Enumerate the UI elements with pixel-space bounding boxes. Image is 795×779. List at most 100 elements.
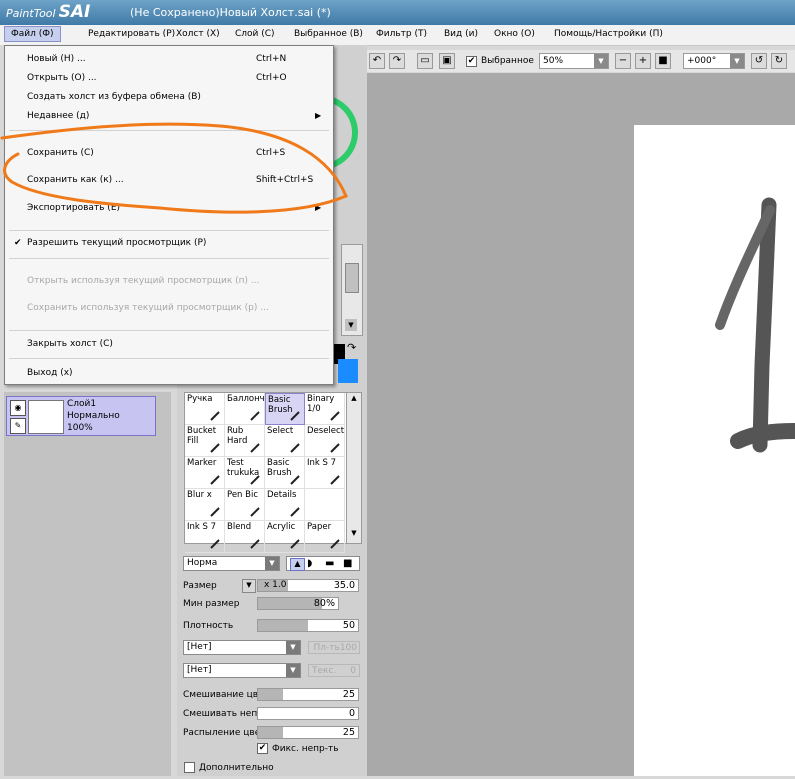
dilution-slider[interactable]: 0: [257, 707, 359, 720]
invert-selection-icon[interactable]: ▣: [439, 53, 455, 69]
drawn-stroke: [715, 197, 795, 453]
tool-slot[interactable]: Select: [265, 425, 305, 457]
rotate-left-icon[interactable]: ↺: [751, 53, 767, 69]
density-label: Плотность: [183, 621, 234, 631]
size-slider[interactable]: x 1.0 35.0: [257, 579, 359, 592]
tool-slot[interactable]: Basic Brush: [265, 393, 305, 425]
tool-slot[interactable]: Deselect: [305, 425, 345, 457]
shape-sharp-icon[interactable]: ▲: [290, 558, 305, 571]
scroll-down-icon[interactable]: ▼: [345, 319, 357, 331]
menu-separator: [9, 358, 329, 359]
selection-checkbox[interactable]: ✔: [466, 56, 477, 67]
brush-icon: [249, 537, 261, 549]
menu-selection[interactable]: Выбранное (В): [294, 29, 363, 39]
rotation-select[interactable]: +000° ▼: [683, 53, 745, 69]
texture-select-1[interactable]: [Нет] ▼: [183, 640, 301, 655]
tool-slot[interactable]: Bucket Fill: [185, 425, 225, 457]
scroll-up-icon[interactable]: ▲: [348, 394, 360, 406]
menu-item-new[interactable]: Новый (Н) ...: [27, 54, 86, 64]
tool-slot[interactable]: [305, 489, 345, 521]
brush-icon: [249, 505, 261, 517]
brush-mode-select[interactable]: Норма ▼: [183, 556, 280, 571]
menu-filter[interactable]: Фильтр (Т): [376, 29, 427, 39]
blending-slider[interactable]: 25: [257, 688, 359, 701]
tool-label: Ручка: [187, 394, 213, 404]
size-label: Размер: [183, 581, 217, 591]
persistence-slider[interactable]: 25: [257, 726, 359, 739]
layer-row[interactable]: ◉ ✎ Слой1 Нормально 100%: [6, 396, 156, 436]
canvas-paper[interactable]: [634, 125, 795, 776]
tool-slot[interactable]: Баллончик: [225, 393, 265, 425]
menu-item-enable-viewer[interactable]: Разрешить текущий просмотрщик (Р): [27, 238, 206, 248]
tool-slot[interactable]: Ink S 7: [305, 457, 345, 489]
shape-flat-icon[interactable]: ▬: [325, 558, 334, 570]
menu-item-close-canvas[interactable]: Закрыть холст (С): [27, 339, 113, 349]
menu-item-open[interactable]: Открыть (О) ...: [27, 73, 97, 83]
tools-scrollbar[interactable]: ▲ ▼: [346, 392, 362, 544]
secondary-color-swatch[interactable]: [338, 359, 358, 383]
tool-slot[interactable]: Marker: [185, 457, 225, 489]
texture-strength-2: Текс. 0: [308, 664, 360, 677]
menu-edit[interactable]: Редактировать (Р): [88, 29, 175, 39]
tool-slot[interactable]: Blend: [225, 521, 265, 553]
menu-window[interactable]: Окно (О): [494, 29, 535, 39]
tool-slot[interactable]: Blur x: [185, 489, 225, 521]
brush-shape-picker[interactable]: ▲ ◗ ▬ ■: [286, 556, 360, 571]
redo-icon[interactable]: ↷: [389, 53, 405, 69]
tool-slot[interactable]: Ink S 7: [185, 521, 225, 553]
menu-item-exit[interactable]: Выход (х): [27, 368, 73, 378]
shape-square-icon[interactable]: ■: [343, 558, 352, 570]
brush-icon: [209, 537, 221, 549]
min-size-label: Мин размер: [183, 599, 240, 609]
tool-slot[interactable]: Pen Bic: [225, 489, 265, 521]
brush-icon: [209, 473, 221, 485]
tool-slot[interactable]: Acrylic: [265, 521, 305, 553]
tool-slot[interactable]: Details: [265, 489, 305, 521]
menu-help[interactable]: Помощь/Настройки (П): [554, 29, 663, 39]
menu-bar: Файл (Ф) Редактировать (Р) Холст (Х) Сло…: [0, 25, 795, 46]
menu-separator: [9, 230, 329, 231]
brush-icon: [329, 537, 341, 549]
shape-soft-icon[interactable]: ◗: [307, 558, 312, 570]
menu-file[interactable]: Файл (Ф): [4, 26, 61, 42]
menu-separator: [9, 330, 329, 331]
tool-slot[interactable]: Test trukuka: [225, 457, 265, 489]
rotate-right-icon[interactable]: ↻: [771, 53, 787, 69]
scroll-down-icon[interactable]: ▼: [348, 529, 360, 541]
tool-slot[interactable]: Basic Brush: [265, 457, 305, 489]
menu-layer[interactable]: Слой (С): [235, 29, 275, 39]
keep-opacity-checkbox[interactable]: ✔: [257, 743, 268, 754]
canvas-toolbar: ↶ ↷ ▭ ▣ ✔ Выбранное 50% ▼ − + ■ +000° ▼ ↺ …: [367, 50, 795, 72]
brush-lock-icon[interactable]: ✎: [10, 418, 26, 434]
menu-canvas[interactable]: Холст (Х): [176, 29, 220, 39]
texture-select-2[interactable]: [Нет] ▼: [183, 663, 301, 678]
dilution-label: Смешивать непр: [183, 709, 263, 719]
zoom-in-icon[interactable]: +: [635, 53, 651, 69]
tool-slot[interactable]: Binary 1/0: [305, 393, 345, 425]
min-size-slider[interactable]: 80%: [257, 597, 339, 610]
zoom-out-icon[interactable]: −: [615, 53, 631, 69]
brush-icon: [289, 441, 301, 453]
density-slider[interactable]: 50: [257, 619, 359, 632]
tool-label: Rub Hard: [227, 426, 248, 446]
tool-label: Blend: [227, 522, 252, 532]
tool-slot[interactable]: Rub Hard: [225, 425, 265, 457]
tool-slot[interactable]: Paper: [305, 521, 345, 553]
advanced-label: Дополнительно: [199, 763, 274, 773]
eye-icon[interactable]: ◉: [10, 400, 26, 416]
undo-icon[interactable]: ↶: [369, 53, 385, 69]
tool-label: Ink S 7: [307, 458, 337, 468]
menu-item-new-from-clipboard[interactable]: Создать холст из буфера обмена (В): [27, 92, 201, 102]
size-multiplier-toggle[interactable]: ▼: [242, 579, 256, 593]
swap-colors-icon[interactable]: ↷: [347, 341, 356, 354]
advanced-checkbox[interactable]: [184, 762, 195, 773]
zoom-reset-icon[interactable]: ■: [655, 53, 671, 69]
layer-thumbnail: [28, 400, 64, 434]
tool-label: Details: [267, 490, 297, 500]
zoom-select[interactable]: 50% ▼: [539, 53, 609, 69]
deselect-icon[interactable]: ▭: [417, 53, 433, 69]
menu-view[interactable]: Вид (и): [444, 29, 478, 39]
tool-slot[interactable]: Ручка: [185, 393, 225, 425]
tool-label: Paper: [307, 522, 332, 532]
color-scrollbar[interactable]: ▼: [341, 244, 363, 336]
